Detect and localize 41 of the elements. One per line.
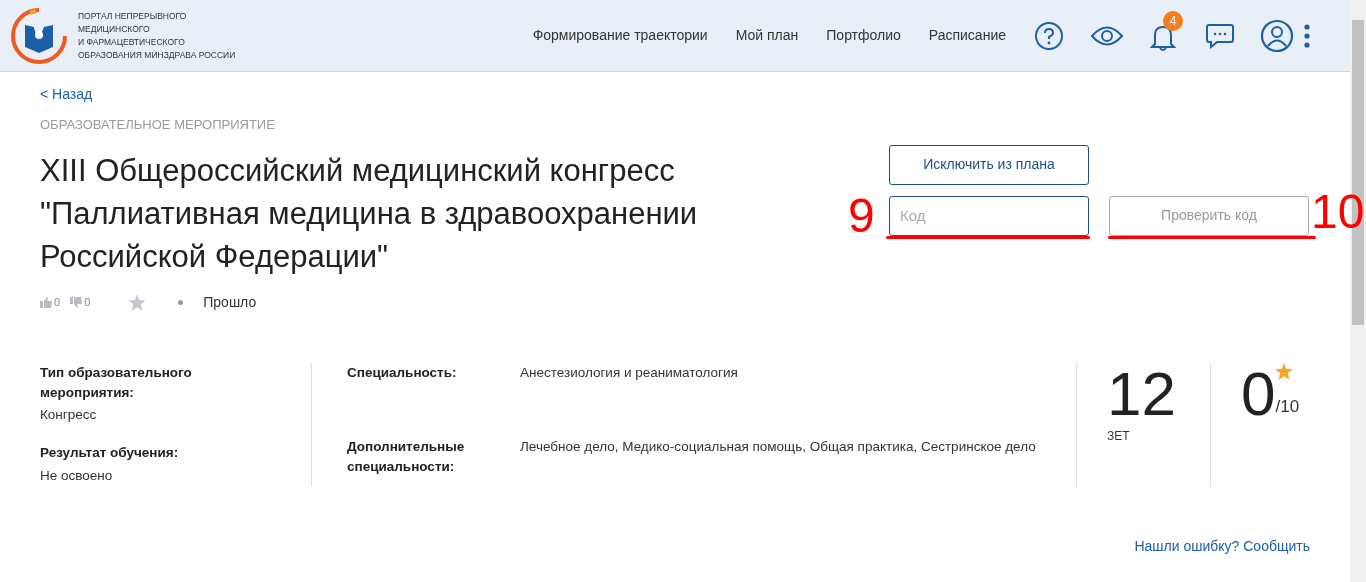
star-icon[interactable] <box>128 293 147 311</box>
nav-link[interactable]: Портфолио <box>826 25 901 46</box>
user-icon[interactable] <box>1260 18 1294 53</box>
info-label: Дополнительные специальности: <box>347 437 466 476</box>
logo-text: ОБРАЗОВАНИЯ МИНЗДРАВА РОССИИ <box>78 48 236 62</box>
more-icon[interactable] <box>1304 23 1310 48</box>
info-label: Результат обучения: <box>40 444 180 463</box>
logo-text: ПОРТАЛ НЕПРЕРЫВНОГО <box>78 9 188 23</box>
status-label: Прошло <box>203 292 257 312</box>
likes-count: 0 <box>54 294 61 310</box>
credits-value: 12 <box>1107 362 1177 425</box>
help-icon[interactable] <box>1034 20 1064 51</box>
credits-unit: ЗЕТ <box>1107 427 1131 445</box>
report-error-link[interactable]: Нашли ошибку? Сообщить <box>1134 535 1310 557</box>
info-value: Лечебное дело, Медико-социальная помощь, Общая практика, Сестринское дело <box>520 437 1037 456</box>
info-label: Тип образовательного мероприятия: <box>40 363 193 402</box>
logo-text: МЕДИЦИНСКОГО <box>78 22 151 36</box>
dislikes-count: 0 <box>84 294 91 310</box>
thumbs-up-icon[interactable] <box>40 296 52 308</box>
chat-icon[interactable] <box>1206 22 1234 49</box>
eye-icon[interactable] <box>1090 24 1124 47</box>
rating-value: 0 <box>1241 362 1276 425</box>
info-value: Анестезиология и реаниматология <box>520 363 739 382</box>
nav-link[interactable]: Мой план <box>735 25 799 46</box>
exclude-button[interactable]: Исключить из плана <box>889 144 1089 185</box>
info-value: Не освоено <box>40 466 114 485</box>
info-value: Конгресс <box>40 406 98 424</box>
nav-link[interactable]: Формирование траектории <box>532 25 708 46</box>
thumbs-down-icon[interactable] <box>70 296 83 308</box>
event-title: XIII Общероссийский медицинский конгресс "Паллиативная медицина в здравоохранении Российской Федерации" <box>40 151 699 276</box>
category-label: ОБРАЗОВАТЕЛЬНОЕ МЕРОПРИЯТИЕ <box>40 116 276 134</box>
star-icon <box>1275 362 1294 380</box>
back-link[interactable]: < Назад <box>40 84 93 105</box>
rating-max: /10 <box>1275 396 1300 418</box>
notification-badge: 4 <box>1163 10 1183 31</box>
code-field[interactable]: Код <box>889 195 1089 236</box>
nav-link[interactable]: Расписание <box>928 25 1006 46</box>
info-label: Специальность: <box>347 363 458 382</box>
logo-text: И ФАРМАЦЕВТИЧЕСКОГО <box>78 35 186 49</box>
annotation-number: 9 <box>848 190 875 242</box>
annotation-number: 10 <box>1311 186 1365 238</box>
